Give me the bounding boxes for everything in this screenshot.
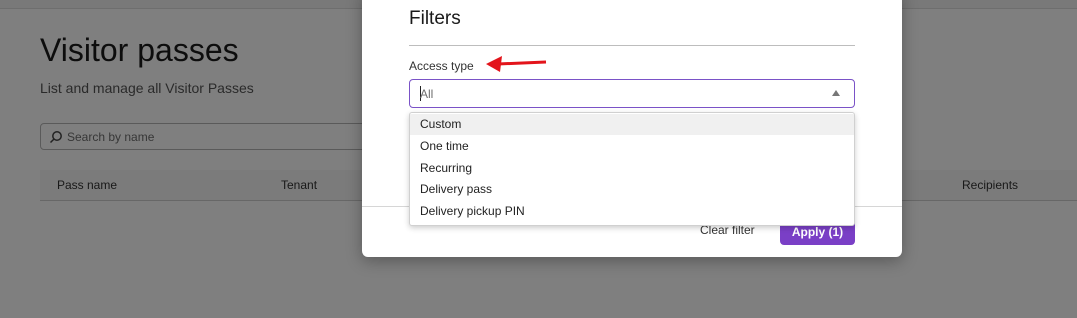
option-delivery-pickup-pin[interactable]: Delivery pickup PIN [410, 201, 854, 222]
option-one-time[interactable]: One time [410, 136, 854, 157]
access-type-select[interactable]: All [409, 79, 855, 108]
access-type-label: Access type [409, 59, 474, 73]
red-arrow-icon [486, 56, 547, 72]
access-type-dropdown: Custom One time Recurring Delivery pass … [409, 112, 855, 226]
modal-divider [409, 45, 855, 46]
option-recurring[interactable]: Recurring [410, 158, 854, 179]
option-custom[interactable]: Custom [410, 114, 854, 135]
modal-title: Filters [409, 8, 461, 29]
select-value: All [420, 87, 434, 101]
option-delivery-pass[interactable]: Delivery pass [410, 179, 854, 200]
triangle-up-icon[interactable] [832, 90, 840, 96]
